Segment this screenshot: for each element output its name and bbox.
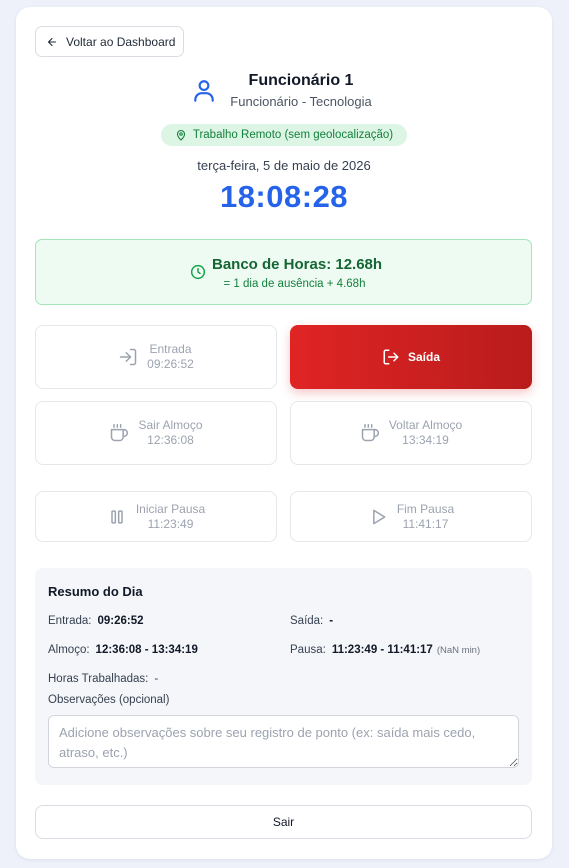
log-out-icon — [383, 349, 399, 365]
badge-label: Trabalho Remoto (sem geolocalização) — [192, 129, 394, 141]
iniciar-pausa-label: Iniciar Pausa — [135, 501, 206, 516]
summary-horas-value: - — [154, 673, 159, 685]
saida-button[interactable]: Saída — [290, 325, 532, 389]
summary-horas-label: Horas Trabalhadas: — [48, 673, 149, 685]
entrada-time: 09:26:52 — [147, 357, 194, 371]
current-time: 18:08:28 — [219, 179, 349, 214]
fim-pausa-button[interactable]: Fim Pausa 11:41:17 — [290, 491, 532, 542]
summary-almoco: Almoço: 12:36:08 - 13:34:19 — [48, 644, 198, 656]
fim-pausa-time: 11:41:17 — [402, 516, 449, 531]
hour-bank-subtitle: = 1 dia de ausência + 4.68h — [223, 278, 366, 290]
summary-saida-label: Saída: — [290, 615, 324, 627]
voltar-almoco-label: Voltar Almoço — [388, 418, 463, 432]
summary-entrada-label: Entrada: — [48, 615, 92, 627]
ponto-card: Voltar ao Dashboard Funcionário 1 Funcio… — [16, 7, 552, 859]
logout-button[interactable]: Sair — [35, 805, 532, 839]
coffee-icon — [111, 423, 129, 442]
user-role: Funcionário - Tecnologia — [230, 94, 372, 109]
summary-almoco-value: 12:36:08 - 13:34:19 — [95, 644, 198, 656]
summary-almoco-label: Almoço: — [48, 644, 90, 656]
voltar-almoco-time: 13:34:19 — [402, 433, 449, 447]
iniciar-pausa-time: 11:23:49 — [147, 516, 194, 531]
summary-entrada: Entrada: 09:26:52 — [48, 615, 144, 627]
entrada-label: Entrada — [149, 342, 192, 356]
user-name: Funcionário 1 — [248, 72, 354, 89]
user-icon — [194, 80, 214, 102]
hour-bank-title: Banco de Horas: 12.68h — [212, 256, 383, 273]
summary-pausa-label: Pausa: — [290, 644, 326, 656]
sair-almoco-button[interactable]: Sair Almoço 12:36:08 — [35, 401, 277, 465]
observations-textarea[interactable] — [48, 715, 519, 768]
saida-label: Saída — [407, 350, 440, 364]
voltar-almoco-button[interactable]: Voltar Almoço 13:34:19 — [290, 401, 532, 465]
sair-almoco-label: Sair Almoço — [138, 418, 203, 432]
map-pin-icon — [176, 129, 185, 141]
logout-label: Sair — [272, 815, 295, 829]
back-to-dashboard-button[interactable]: Voltar ao Dashboard — [35, 26, 184, 57]
arrow-left-icon — [47, 37, 57, 46]
log-in-icon — [119, 348, 137, 366]
summary-pausa: Pausa: 11:23:49 - 11:41:17 (NaN min) — [290, 644, 480, 656]
pause-icon — [111, 509, 123, 524]
summary-title: Resumo do Dia — [48, 584, 143, 599]
current-date: terça-feira, 5 de maio de 2026 — [197, 158, 371, 173]
entrada-button[interactable]: Entrada 09:26:52 — [35, 325, 277, 389]
iniciar-pausa-button[interactable]: Iniciar Pausa 11:23:49 — [35, 491, 277, 542]
day-summary-panel: Resumo do Dia Entrada: 09:26:52 Saída: - A… — [35, 568, 532, 785]
back-button-label: Voltar ao Dashboard — [66, 34, 176, 49]
summary-saida: Saída: - — [290, 615, 333, 627]
play-icon — [372, 509, 386, 524]
coffee-icon — [361, 423, 379, 442]
summary-pausa-duration: (NaN min) — [436, 645, 481, 656]
observations-label: Observações (opcional) — [48, 694, 170, 706]
hour-bank-panel: Banco de Horas: 12.68h = 1 dia de ausênc… — [35, 239, 532, 305]
summary-saida-value: - — [329, 615, 334, 627]
fim-pausa-label: Fim Pausa — [396, 501, 455, 516]
sair-almoco-time: 12:36:08 — [147, 433, 194, 447]
summary-entrada-value: 09:26:52 — [97, 615, 144, 627]
summary-horas: Horas Trabalhadas: - — [48, 673, 158, 685]
summary-pausa-value: 11:23:49 - 11:41:17 — [331, 644, 433, 656]
remote-work-badge: Trabalho Remoto (sem geolocalização) — [161, 124, 407, 146]
